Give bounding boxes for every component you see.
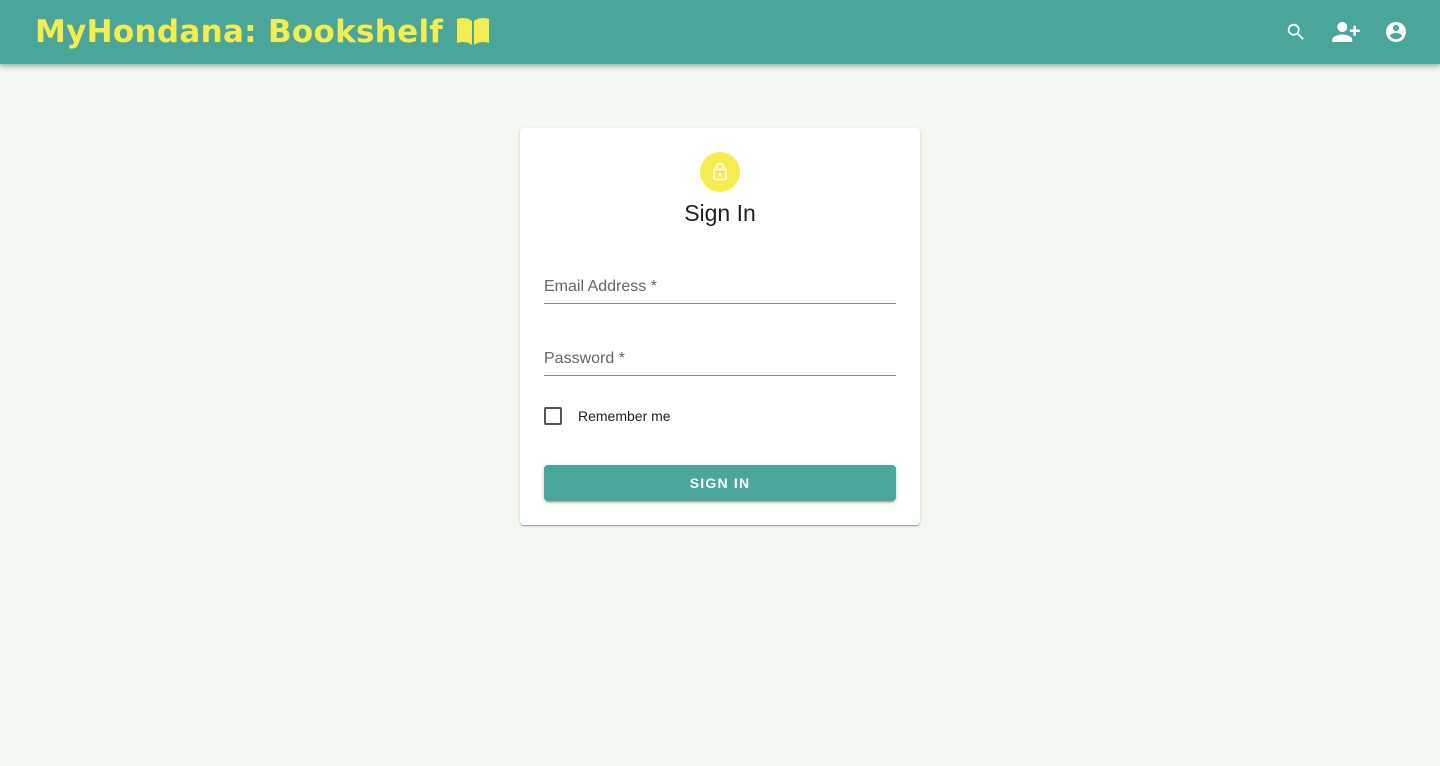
search-button[interactable] xyxy=(1276,12,1316,52)
app-title[interactable]: MyHondana: Bookshelf xyxy=(35,14,443,50)
remember-label: Remember me xyxy=(578,408,671,424)
person-add-icon xyxy=(1332,22,1360,42)
signin-button[interactable]: SIGN IN xyxy=(544,465,896,501)
email-input[interactable] xyxy=(544,272,896,304)
account-button[interactable] xyxy=(1376,12,1416,52)
lock-icon xyxy=(713,162,727,181)
signin-card: Sign In Email Address * Password * Remem… xyxy=(520,128,920,525)
header-actions xyxy=(1276,12,1416,52)
signin-heading: Sign In xyxy=(684,200,756,226)
app-bar: MyHondana: Bookshelf xyxy=(0,0,1440,64)
lock-avatar xyxy=(700,152,740,192)
remember-checkbox[interactable] xyxy=(544,407,562,425)
password-field: Password * xyxy=(544,328,896,376)
open-book-icon xyxy=(457,17,490,45)
register-button[interactable] xyxy=(1326,12,1366,52)
brand[interactable]: MyHondana: Bookshelf xyxy=(35,14,491,50)
password-input[interactable] xyxy=(544,344,896,376)
search-icon xyxy=(1287,23,1304,40)
email-field: Email Address * xyxy=(544,256,896,304)
account-circle-icon xyxy=(1386,22,1406,42)
remember-me[interactable]: Remember me xyxy=(544,407,671,425)
